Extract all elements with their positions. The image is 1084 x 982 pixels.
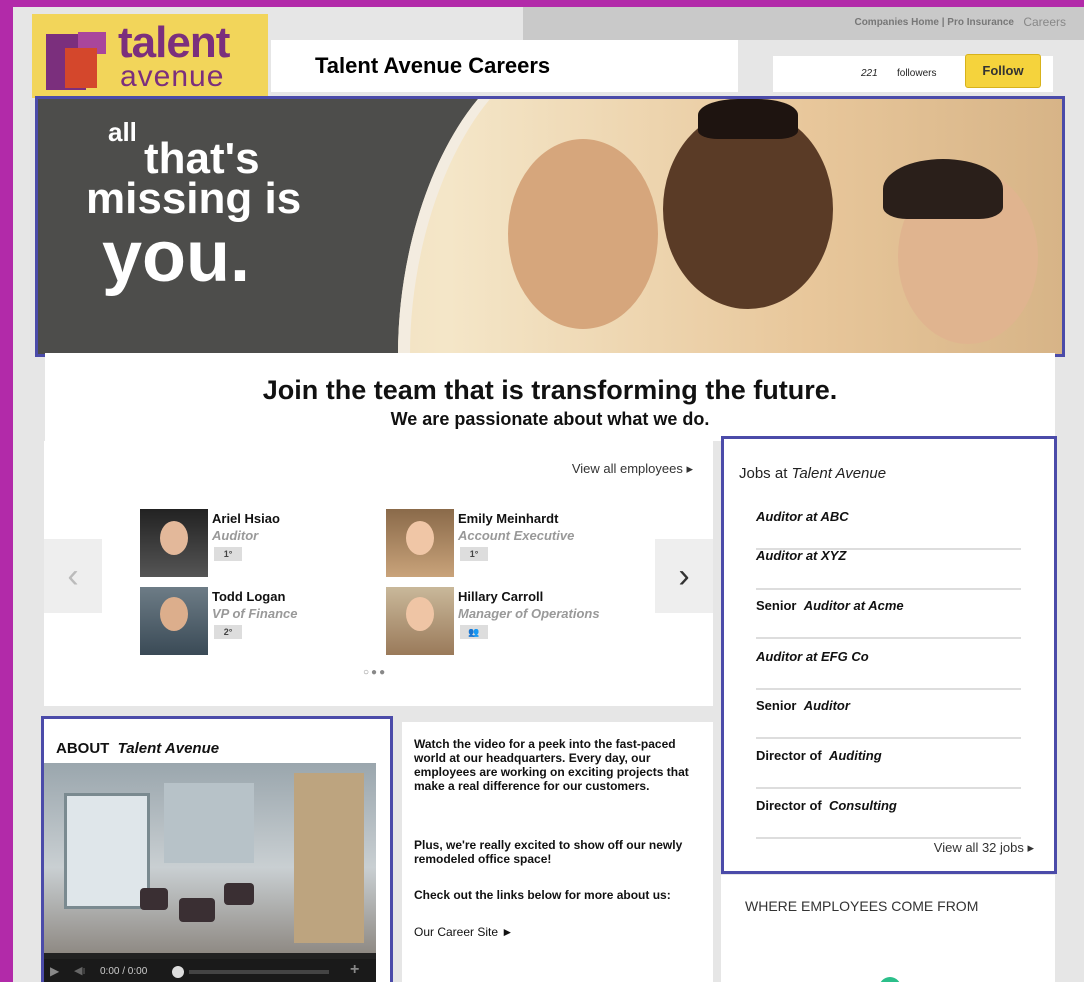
- employee-role: Auditor: [212, 528, 259, 543]
- pro-insurance-link[interactable]: Pro Insurance: [947, 17, 1014, 28]
- job-listing[interactable]: Director of Consulting: [756, 798, 1021, 839]
- employee-card[interactable]: Ariel Hsiao Auditor 1°: [140, 509, 390, 581]
- about-paragraph: Plus, we're really excited to show off o…: [414, 838, 683, 866]
- jobs-panel: Jobs at Talent Avenue Auditor at ABC Aud…: [721, 436, 1057, 874]
- job-listing[interactable]: Auditor at ABC: [756, 509, 1021, 550]
- company-logo[interactable]: talent avenue: [32, 14, 268, 98]
- employee-photo: [386, 509, 454, 577]
- top-nav-links: Companies Home | Pro Insurance: [854, 17, 1014, 28]
- employee-photo: [386, 587, 454, 655]
- connection-degree-badge: 2°: [214, 625, 242, 639]
- connection-degree-badge: 1°: [214, 547, 242, 561]
- employee-role: Account Executive: [458, 528, 575, 543]
- page-title-box: Talent Avenue Careers: [271, 40, 738, 92]
- job-listing[interactable]: Senior Auditor: [756, 698, 1021, 739]
- video-controls: ▶ ◀ı 0:00 / 0:00 +: [44, 959, 376, 982]
- headline-section: Join the team that is transforming the f…: [45, 353, 1055, 441]
- about-text-panel: Watch the video for a peek into the fast…: [402, 722, 713, 982]
- video-player[interactable]: ▶ ◀ı 0:00 / 0:00 +: [44, 763, 376, 982]
- employee-name: Todd Logan: [212, 589, 286, 604]
- companies-home-link[interactable]: Companies Home: [854, 17, 938, 28]
- connection-group-badge: 👥: [460, 625, 488, 639]
- follower-count: 221: [861, 68, 878, 79]
- employee-name: Ariel Hsiao: [212, 511, 280, 526]
- top-nav: Companies Home | Pro Insurance Careers: [523, 7, 1084, 40]
- about-company: Talent Avenue: [117, 740, 220, 757]
- where-employees-heading: WHERE EMPLOYEES COME FROM: [745, 898, 979, 914]
- employee-photo: [140, 587, 208, 655]
- carousel-prev-button[interactable]: ‹: [44, 539, 102, 613]
- jobs-heading-company: Talent Avenue: [791, 465, 887, 482]
- video-scrubber[interactable]: [172, 966, 184, 978]
- careers-link[interactable]: Careers: [1023, 15, 1066, 29]
- employee-name: Hillary Carroll: [458, 589, 544, 604]
- jobs-heading: Jobs at Talent Avenue: [739, 465, 887, 482]
- employee-card[interactable]: Todd Logan VP of Finance 2°: [140, 587, 390, 659]
- hero-banner: all that's missing is you.: [35, 96, 1065, 357]
- about-section: ABOUT Talent Avenue ▶ ◀ı 0:00 / 0:00 +: [41, 716, 393, 982]
- job-listing[interactable]: Director of Auditing: [756, 748, 1021, 789]
- logo-text-avenue: avenue: [120, 60, 225, 93]
- followers-label: followers: [897, 68, 937, 79]
- employees-carousel: View all employees ▸ ‹ › Ariel Hsiao Aud…: [44, 441, 713, 706]
- hero-text-you: you.: [102, 217, 251, 297]
- view-all-employees-link[interactable]: View all employees ▸: [572, 461, 693, 477]
- page-title: Talent Avenue Careers: [315, 53, 551, 78]
- video-progress-bar[interactable]: [189, 970, 329, 974]
- job-listing[interactable]: Auditor at EFG Co: [756, 649, 1021, 690]
- headline-sub: We are passionate about what we do.: [390, 409, 710, 429]
- employee-card[interactable]: Hillary Carroll Manager of Operations 👥: [386, 587, 636, 659]
- carousel-pager[interactable]: ○●●: [363, 667, 387, 678]
- employee-role: VP of Finance: [212, 606, 298, 621]
- job-listing[interactable]: Senior Auditor at Acme: [756, 598, 1021, 639]
- follow-button[interactable]: Follow: [965, 54, 1041, 88]
- about-paragraph: Watch the video for a peek into the fast…: [414, 737, 689, 793]
- headline-main: Join the team that is transforming the f…: [262, 375, 838, 405]
- chart-marker-icon: [879, 977, 901, 982]
- view-all-jobs-link[interactable]: View all 32 jobs ▸: [934, 840, 1034, 856]
- job-listing[interactable]: Auditor at XYZ: [756, 548, 1021, 590]
- connection-degree-badge: 1°: [460, 547, 488, 561]
- page-canvas: Companies Home | Pro Insurance Careers t…: [13, 7, 1084, 982]
- video-time: 0:00 / 0:00: [100, 966, 148, 977]
- volume-icon[interactable]: ◀ı: [74, 964, 86, 977]
- about-heading: ABOUT Talent Avenue: [56, 740, 220, 757]
- hero-text-all: all: [108, 117, 137, 147]
- follow-box: 221 followers Follow: [773, 54, 1053, 92]
- carousel-next-button[interactable]: ›: [655, 539, 713, 613]
- career-site-link[interactable]: Our Career Site ►: [414, 925, 699, 939]
- employee-card[interactable]: Emily Meinhardt Account Executive 1°: [386, 509, 636, 581]
- employee-name: Emily Meinhardt: [458, 511, 559, 526]
- where-employees-panel: WHERE EMPLOYEES COME FROM: [721, 875, 1055, 982]
- employee-role: Manager of Operations: [458, 606, 600, 621]
- play-icon[interactable]: ▶: [50, 964, 59, 978]
- hero-text-missing: missing is: [86, 174, 302, 223]
- fullscreen-icon[interactable]: +: [350, 961, 359, 979]
- video-thumbnail: [44, 763, 376, 953]
- employee-photo: [140, 509, 208, 577]
- about-paragraph: Check out the links below for more about…: [414, 888, 671, 902]
